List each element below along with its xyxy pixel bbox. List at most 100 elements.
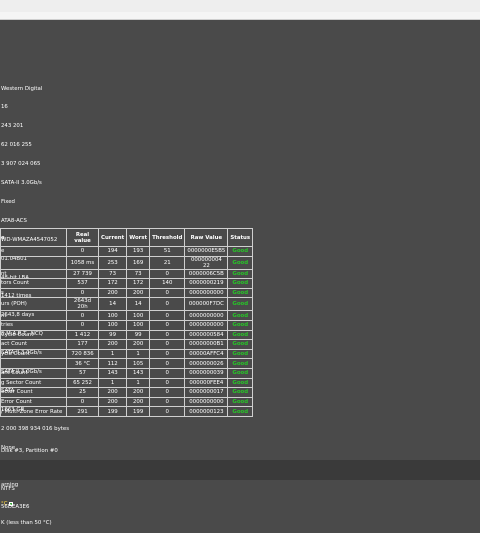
attribute-name: Cycle Count bbox=[0, 329, 67, 341]
attribute-name: tries bbox=[0, 319, 67, 331]
table-row[interactable]: act Count 177 200 200 0 00000000B1 Good bbox=[0, 339, 254, 350]
current-value: 200 bbox=[97, 396, 128, 408]
property-value: Fixed bbox=[1, 198, 15, 205]
real-value: 177 bbox=[66, 339, 99, 350]
attribute-name: urs (POH) bbox=[0, 297, 67, 312]
real-value: 291 bbox=[66, 406, 99, 417]
raw-value: 0000000584 bbox=[184, 329, 229, 341]
attribute-name: e bbox=[0, 246, 67, 257]
property-value: Western Digital bbox=[1, 85, 43, 92]
col-header-worst[interactable]: Worst bbox=[126, 228, 151, 247]
raw-value: 0000000123 bbox=[184, 406, 229, 417]
attribute-name bbox=[0, 358, 67, 369]
raw-value: 0000000017 bbox=[184, 387, 229, 398]
col-header-current[interactable]: Current bbox=[97, 228, 128, 247]
threshold-value: 51 bbox=[149, 246, 186, 257]
table-row[interactable]: ant Count 57 143 143 0 0000000039 Good bbox=[0, 367, 254, 379]
raw-value: 0000000000 bbox=[184, 396, 229, 408]
threshold-value: 0 bbox=[149, 367, 186, 379]
table-row[interactable]: nt 27 739 73 73 0 0000006C5B Good bbox=[0, 268, 254, 280]
threshold-value: 0 bbox=[149, 377, 186, 389]
partition-line: 56DEA3E6 bbox=[1, 504, 30, 511]
real-value: 537 bbox=[66, 278, 99, 289]
status-value: Good bbox=[227, 367, 254, 379]
attribute-name: ant Count bbox=[0, 367, 67, 379]
raw-value: 0000006C5B bbox=[184, 268, 229, 280]
current-value: 1 bbox=[97, 377, 128, 389]
current-value: 143 bbox=[97, 367, 128, 379]
partition-line: NTFS bbox=[1, 485, 15, 492]
col-header-status[interactable]: Status bbox=[227, 228, 254, 247]
threshold-value: 0 bbox=[149, 396, 186, 408]
current-value: 73 bbox=[97, 268, 128, 280]
status-value: Good bbox=[227, 255, 254, 270]
worst-value: 99 bbox=[126, 329, 151, 341]
worst-value: 200 bbox=[126, 396, 151, 408]
status-value: Good bbox=[227, 396, 254, 408]
table-row[interactable]: g Sector Count 65 252 1 1 0 000000FEE4 Good bbox=[0, 377, 254, 389]
worst-value: 193 bbox=[126, 246, 151, 257]
status-value: Good bbox=[227, 339, 254, 350]
col-header-real-value[interactable]: Real value bbox=[66, 228, 99, 247]
window-title-bar bbox=[0, 0, 480, 12]
table-row[interactable]: Cycle Count 1 412 99 99 0 0000000584 Good bbox=[0, 329, 254, 341]
raw-value: 0000000026 bbox=[184, 358, 229, 369]
raw-value: 00000000B1 bbox=[184, 339, 229, 350]
worst-value: 200 bbox=[126, 387, 151, 398]
raw-value: 000000F7DC bbox=[184, 297, 229, 312]
table-row[interactable]: tries 0 100 100 0 0000000000 Good bbox=[0, 319, 254, 331]
worst-value: 14 bbox=[126, 297, 151, 312]
table-row[interactable]: tors Count 537 172 172 140 0000000219 Good bbox=[0, 278, 254, 289]
attribute-name: ector Count bbox=[0, 387, 67, 398]
status-bar bbox=[0, 460, 480, 480]
table-row[interactable]: / Multi-Zone Error Rate 291 199 199 0 0000000… bbox=[0, 406, 254, 417]
current-value: 100 bbox=[97, 310, 128, 321]
table-row[interactable]: s 0 200 200 0 0000000000 Good bbox=[0, 287, 254, 299]
col-header-name[interactable]: e bbox=[0, 228, 67, 247]
status-value: Good bbox=[227, 310, 254, 321]
raw-value: 000000004 22 bbox=[184, 255, 229, 270]
table-row[interactable]: ector Count 25 200 200 0 0000000017 Good bbox=[0, 387, 254, 398]
real-value: 2643d 20h bbox=[66, 297, 99, 312]
table-row[interactable]: ycle Count 720 836 1 1 0 00000AFFC4 Good bbox=[0, 348, 254, 360]
worst-value: 105 bbox=[126, 358, 151, 369]
status-value: Good bbox=[227, 246, 254, 257]
current-value: 200 bbox=[97, 339, 128, 350]
table-row[interactable]: 1058 ms 253 169 21 000000004 22 Good bbox=[0, 255, 254, 270]
threshold-value: 0 bbox=[149, 387, 186, 398]
status-value: Good bbox=[227, 278, 254, 289]
worst-value: 200 bbox=[126, 287, 151, 299]
table-row[interactable]: e 0 194 193 51 0000000E5B5 Good bbox=[0, 246, 254, 257]
current-value: 100 bbox=[97, 319, 128, 331]
status-value: Good bbox=[227, 387, 254, 398]
raw-value: 0000000E5B5 bbox=[184, 246, 229, 257]
worst-value: 199 bbox=[126, 406, 151, 417]
current-value: 112 bbox=[97, 358, 128, 369]
attribute-name: ycle Count bbox=[0, 348, 67, 360]
worst-value: 1 bbox=[126, 348, 151, 360]
property-value: 16 bbox=[1, 104, 8, 111]
attribute-name bbox=[0, 255, 67, 270]
raw-value: 000000FEE4 bbox=[184, 377, 229, 389]
table-row[interactable]: 36 °C 112 105 0 0000000026 Good bbox=[0, 358, 254, 369]
table-row[interactable]: Error Count 0 200 200 0 0000000000 Good bbox=[0, 396, 254, 408]
status-value: Good bbox=[227, 297, 254, 312]
toolbar-strip bbox=[0, 12, 480, 20]
threshold-value: 140 bbox=[149, 278, 186, 289]
table-row[interactable]: urs (POH) 2643d 20h 14 14 0 000000F7DC Good bbox=[0, 297, 254, 312]
col-header-threshold[interactable]: Threshold bbox=[149, 228, 186, 247]
table-row[interactable]: nt 0 100 100 0 0000000000 Good bbox=[0, 310, 254, 321]
worst-value: 100 bbox=[126, 310, 151, 321]
threshold-value: 0 bbox=[149, 348, 186, 360]
col-header-raw-value[interactable]: Raw Value bbox=[184, 228, 229, 247]
temperature-note: K (less than 50 °C) bbox=[1, 520, 52, 527]
status-value: Good bbox=[227, 377, 254, 389]
attribute-name: tors Count bbox=[0, 278, 67, 289]
real-value: 0 bbox=[66, 319, 99, 331]
real-value: 720 836 bbox=[66, 348, 99, 360]
status-value: Good bbox=[227, 348, 254, 360]
property-value: 62 016 255 bbox=[1, 142, 32, 149]
threshold-value: 0 bbox=[149, 406, 186, 417]
threshold-value: 0 bbox=[149, 287, 186, 299]
threshold-value: 0 bbox=[149, 358, 186, 369]
